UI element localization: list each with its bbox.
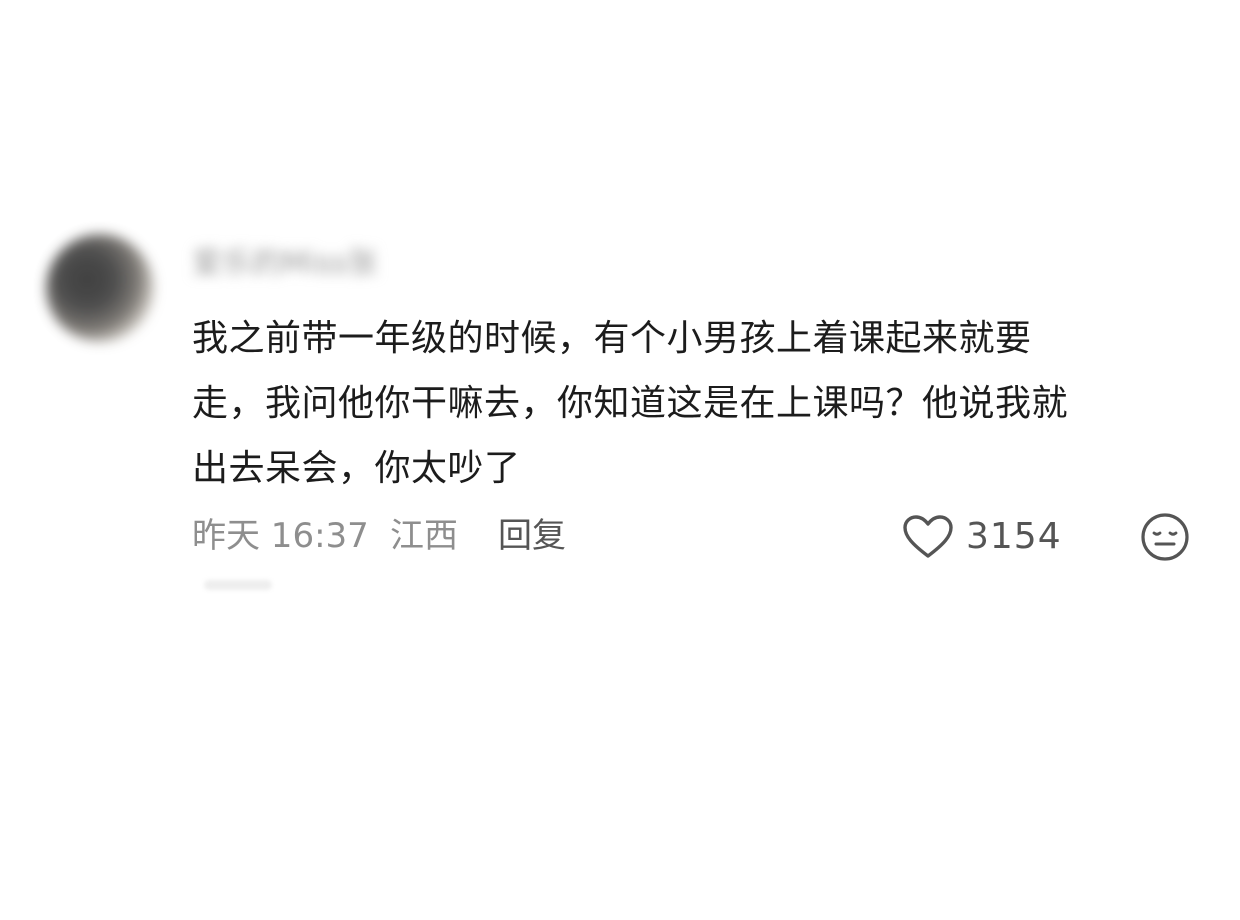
avatar[interactable] [46, 234, 154, 342]
comment-location: 江西 [390, 516, 458, 556]
meh-face-icon [1141, 513, 1189, 561]
comment-item: 爱乐的Miss张 我之前带一年级的时候，有个小男孩上着课起来就要 走，我问他你干… [0, 0, 1240, 920]
comment-text-line: 走，我问他你干嘛去，你知道这是在上课吗？他说我就 [192, 383, 1069, 424]
like-count: 3154 [966, 516, 1062, 557]
reply-button[interactable]: 回复 [498, 512, 566, 560]
comment-text-line: 出去呆会，你太吵了 [192, 448, 521, 489]
replies-placeholder [204, 580, 272, 590]
comment-time: 昨天 16:37 [192, 516, 369, 556]
comment-meta-row: 昨天 16:37 江西 回复 3154 [192, 512, 1202, 562]
heart-outline-icon [903, 515, 953, 558]
username[interactable]: 爱乐的Miss张 [192, 244, 377, 284]
comment-text-line: 我之前带一年级的时候，有个小男孩上着课起来就要 [192, 318, 1032, 359]
dislike-button[interactable] [1140, 512, 1190, 562]
comment-text: 我之前带一年级的时候，有个小男孩上着课起来就要 走，我问他你干嘛去，你知道这是在… [192, 306, 1202, 501]
like-button[interactable]: 3154 [902, 512, 1062, 562]
